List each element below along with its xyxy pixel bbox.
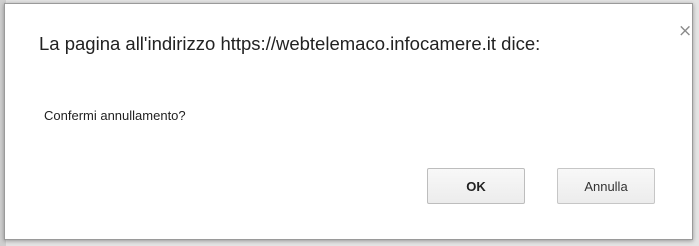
dialog-message: Confermi annullamento?	[44, 108, 186, 123]
confirm-dialog: La pagina all'indirizzo https://webtelem…	[4, 3, 693, 240]
dialog-title: La pagina all'indirizzo https://webtelem…	[39, 33, 541, 54]
cancel-button-label: Annulla	[584, 178, 628, 194]
ok-button[interactable]: OK	[427, 168, 525, 204]
close-icon[interactable]: ×	[678, 23, 692, 40]
ok-button-label: OK	[466, 178, 486, 194]
cancel-button[interactable]: Annulla	[557, 168, 655, 204]
